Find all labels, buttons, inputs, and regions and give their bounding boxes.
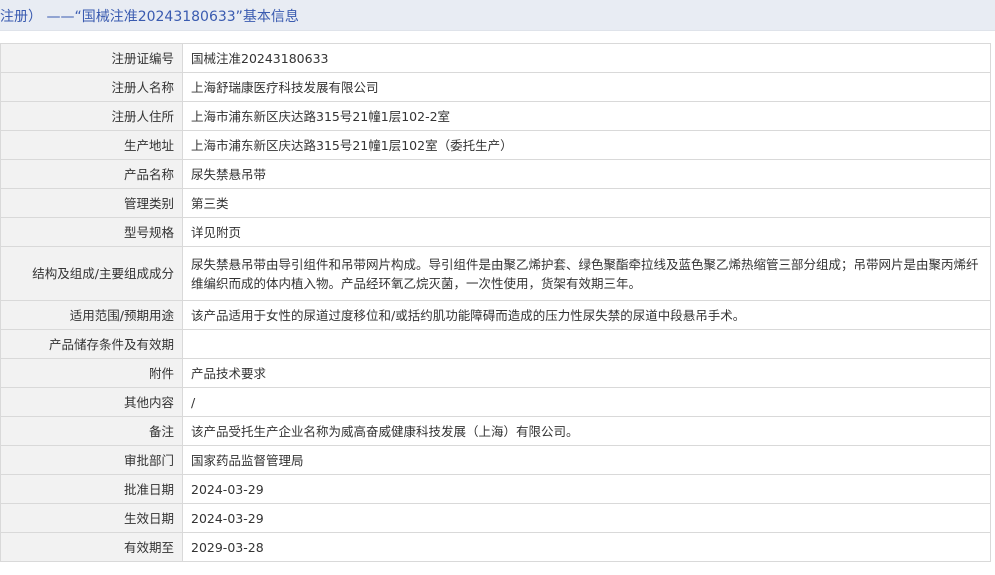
row-attachment: 附件 产品技术要求 bbox=[0, 358, 991, 388]
row-value: 上海市浦东新区庆达路315号21幢1层102-2室 bbox=[182, 101, 991, 131]
row-structure-composition: 结构及组成/主要组成成分 尿失禁悬吊带由导引组件和吊带网片构成。导引组件是由聚乙… bbox=[0, 246, 991, 301]
row-label: 生效日期 bbox=[0, 503, 183, 533]
row-remarks: 备注 该产品受托生产企业名称为威高奋威健康科技发展（上海）有限公司。 bbox=[0, 416, 991, 446]
row-label: 注册人住所 bbox=[0, 101, 183, 131]
row-label: 注册人名称 bbox=[0, 72, 183, 102]
row-value: 上海舒瑞康医疗科技发展有限公司 bbox=[182, 72, 991, 102]
row-label: 生产地址 bbox=[0, 130, 183, 160]
row-value: 尿失禁悬吊带 bbox=[182, 159, 991, 189]
row-value: / bbox=[182, 387, 991, 417]
row-value: 详见附页 bbox=[182, 217, 991, 247]
row-effective-date: 生效日期 2024-03-29 bbox=[0, 503, 991, 533]
row-label: 其他内容 bbox=[0, 387, 183, 417]
row-production-address: 生产地址 上海市浦东新区庆达路315号21幢1层102室（委托生产） bbox=[0, 130, 991, 160]
row-approval-date: 批准日期 2024-03-29 bbox=[0, 474, 991, 504]
row-value: 该产品受托生产企业名称为威高奋威健康科技发展（上海）有限公司。 bbox=[182, 416, 991, 446]
page: 注册） ——“国械注准20243180633”基本信息 注册证编号 国械注准20… bbox=[0, 0, 995, 575]
row-label: 产品名称 bbox=[0, 159, 183, 189]
row-expiry-date: 有效期至 2029-03-28 bbox=[0, 532, 991, 562]
row-value: 上海市浦东新区庆达路315号21幢1层102室（委托生产） bbox=[182, 130, 991, 160]
row-management-category: 管理类别 第三类 bbox=[0, 188, 991, 218]
row-label: 附件 bbox=[0, 358, 183, 388]
header-bar: 注册） ——“国械注准20243180633”基本信息 bbox=[0, 0, 995, 31]
row-label: 产品储存条件及有效期 bbox=[0, 329, 183, 359]
page-title: 注册） ——“国械注准20243180633”基本信息 bbox=[0, 9, 299, 25]
row-label: 有效期至 bbox=[0, 532, 183, 562]
row-value: 2024-03-29 bbox=[182, 503, 991, 533]
row-other-content: 其他内容 / bbox=[0, 387, 991, 417]
row-approval-department: 审批部门 国家药品监督管理局 bbox=[0, 445, 991, 475]
row-value: 国家药品监督管理局 bbox=[182, 445, 991, 475]
row-label: 型号规格 bbox=[0, 217, 183, 247]
row-label: 管理类别 bbox=[0, 188, 183, 218]
row-label: 备注 bbox=[0, 416, 183, 446]
row-value bbox=[182, 329, 991, 359]
row-label: 注册证编号 bbox=[0, 43, 183, 73]
row-value: 2029-03-28 bbox=[182, 532, 991, 562]
basic-info-table: 注册证编号 国械注准20243180633 注册人名称 上海舒瑞康医疗科技发展有… bbox=[0, 43, 991, 562]
row-label: 适用范围/预期用途 bbox=[0, 300, 183, 330]
row-value: 尿失禁悬吊带由导引组件和吊带网片构成。导引组件是由聚乙烯护套、绿色聚酯牵拉线及蓝… bbox=[182, 246, 991, 301]
row-value: 产品技术要求 bbox=[182, 358, 991, 388]
row-label: 结构及组成/主要组成成分 bbox=[0, 246, 183, 301]
row-value: 该产品适用于女性的尿道过度移位和/或括约肌功能障碍而造成的压力性尿失禁的尿道中段… bbox=[182, 300, 991, 330]
row-value: 国械注准20243180633 bbox=[182, 43, 991, 73]
row-value: 2024-03-29 bbox=[182, 474, 991, 504]
row-product-name: 产品名称 尿失禁悬吊带 bbox=[0, 159, 991, 189]
row-storage-validity: 产品储存条件及有效期 bbox=[0, 329, 991, 359]
row-registrant-address: 注册人住所 上海市浦东新区庆达路315号21幢1层102-2室 bbox=[0, 101, 991, 131]
row-label: 审批部门 bbox=[0, 445, 183, 475]
row-registration-number: 注册证编号 国械注准20243180633 bbox=[0, 43, 991, 73]
row-intended-use: 适用范围/预期用途 该产品适用于女性的尿道过度移位和/或括约肌功能障碍而造成的压… bbox=[0, 300, 991, 330]
row-label: 批准日期 bbox=[0, 474, 183, 504]
row-value: 第三类 bbox=[182, 188, 991, 218]
row-model-spec: 型号规格 详见附页 bbox=[0, 217, 991, 247]
row-registrant-name: 注册人名称 上海舒瑞康医疗科技发展有限公司 bbox=[0, 72, 991, 102]
